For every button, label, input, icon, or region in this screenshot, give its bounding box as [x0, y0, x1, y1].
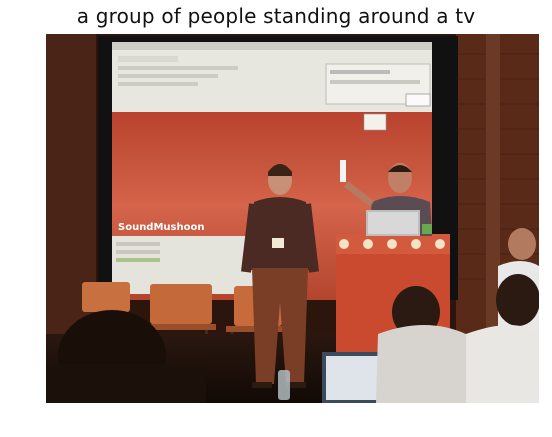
- pillar: [486, 34, 500, 334]
- image-caption: a group of people standing around a tv: [76, 4, 476, 28]
- photo: SoundMushoon: [46, 34, 539, 403]
- bottle: [278, 370, 290, 400]
- svg-text:SoundMushoon: SoundMushoon: [118, 222, 204, 233]
- chair-1: [82, 282, 130, 312]
